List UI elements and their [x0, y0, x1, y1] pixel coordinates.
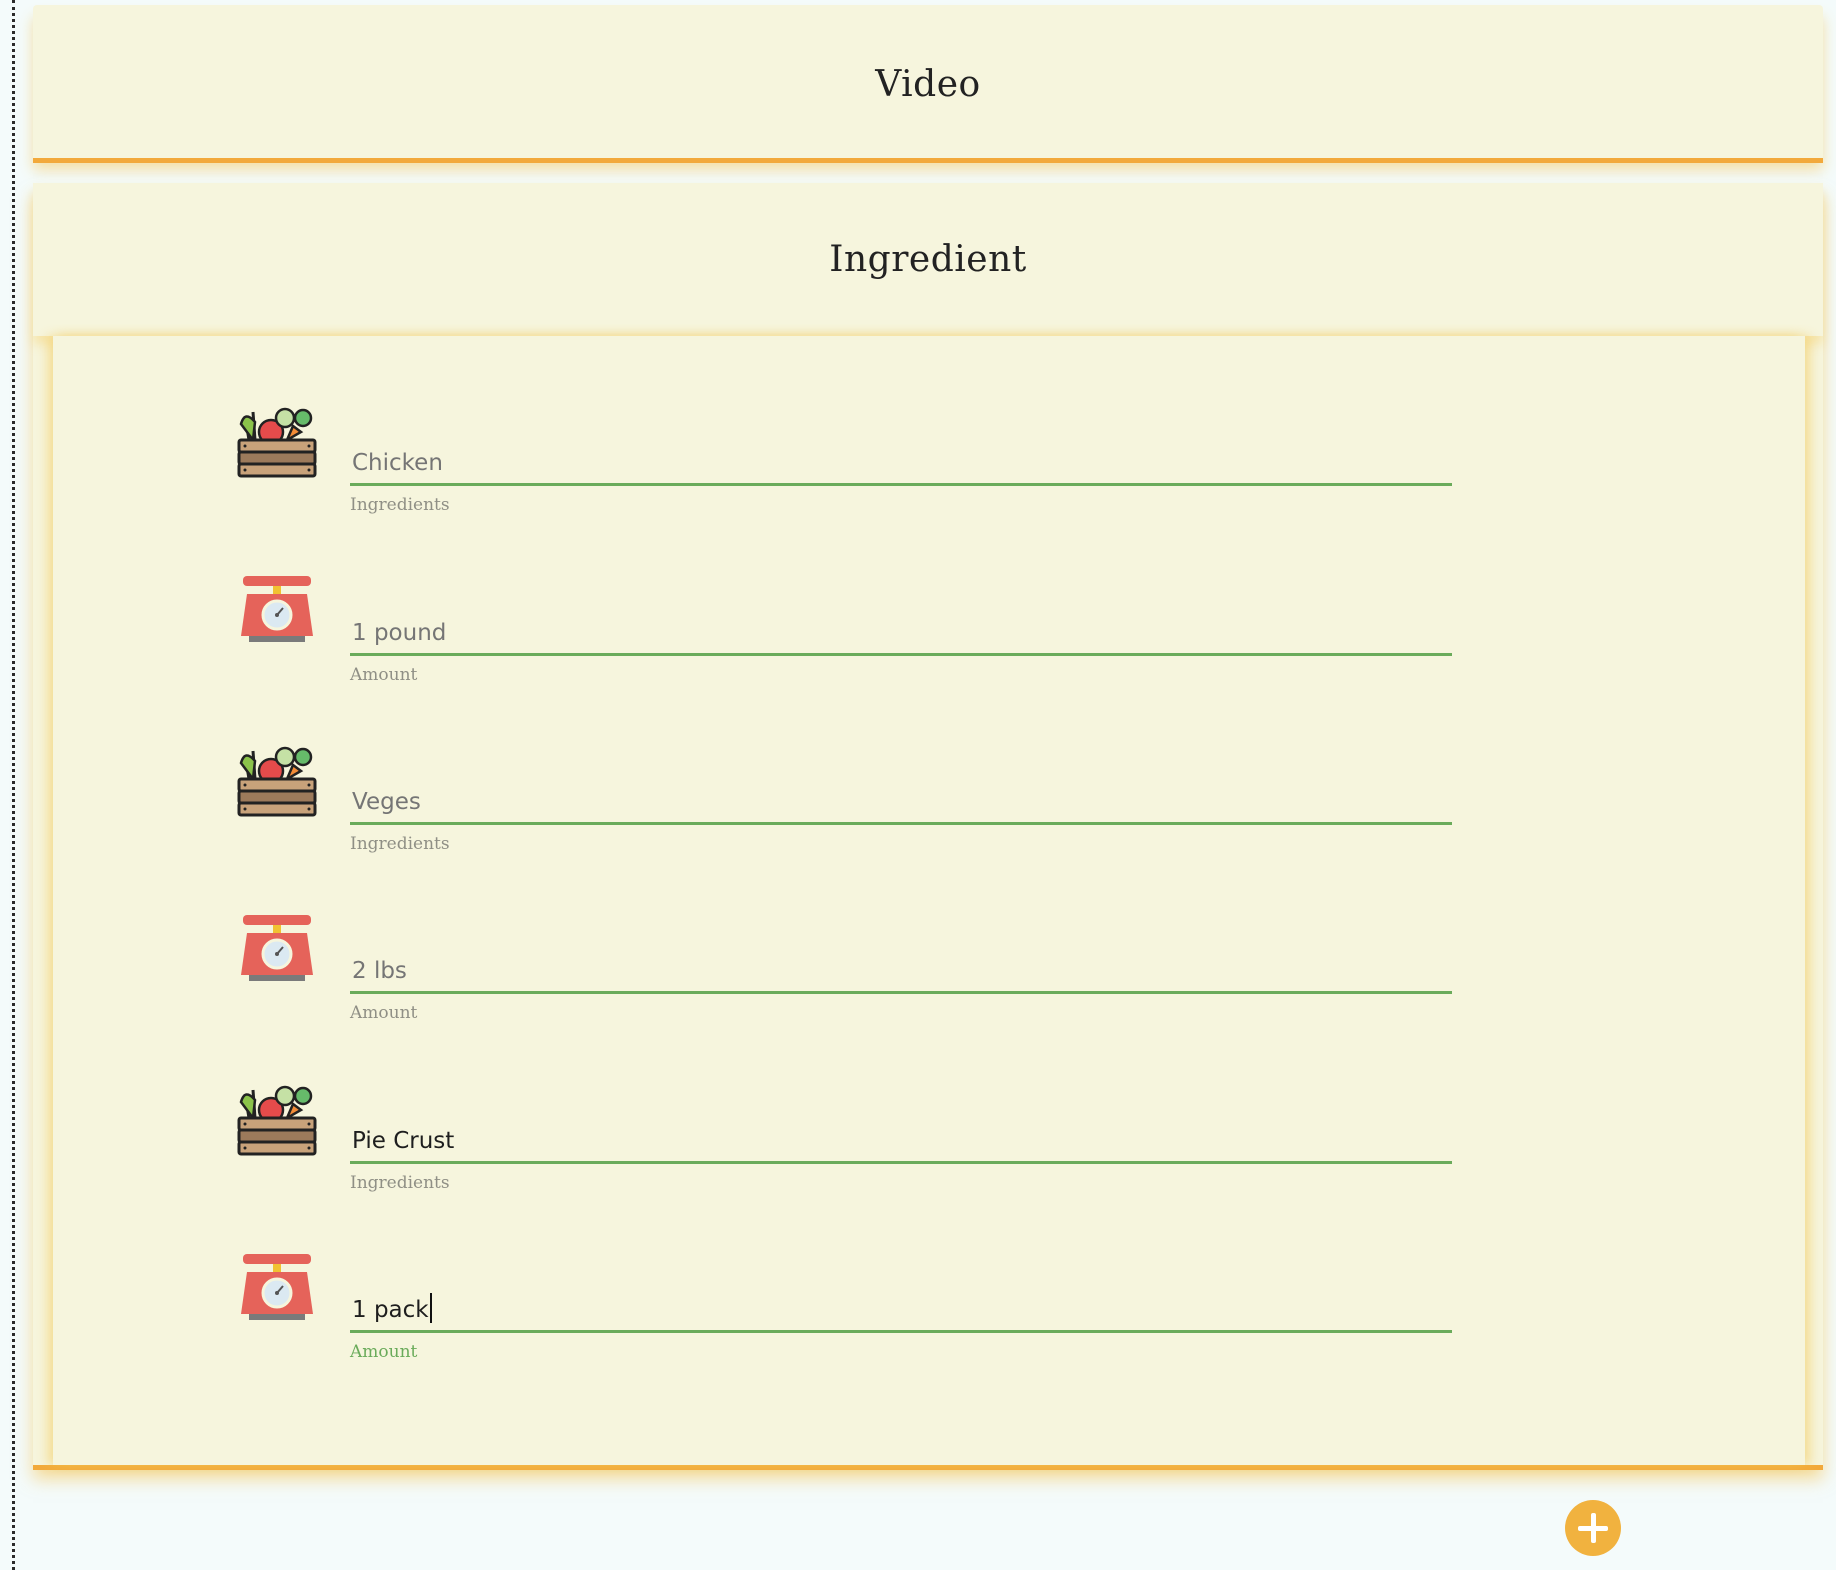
plus-icon — [1578, 1513, 1608, 1543]
ingredient-input[interactable] — [350, 782, 1452, 825]
dotted-rail — [12, 0, 15, 1570]
kitchen-scale-icon — [235, 909, 319, 993]
amount-input-text: 1 pack — [352, 1297, 429, 1323]
amount-input-focused[interactable]: 1 pack — [350, 1290, 1452, 1333]
text-caret — [429, 1293, 432, 1323]
ingredient-form: Ingredients Amount — [53, 336, 1805, 1465]
ingredient-title: Ingredient — [33, 183, 1823, 336]
vegetable-crate-icon — [235, 402, 319, 486]
amount-input[interactable] — [350, 613, 1452, 656]
amount-label: Amount — [350, 1342, 418, 1362]
add-ingredient-button[interactable] — [1565, 1500, 1621, 1556]
amount-input[interactable] — [350, 951, 1452, 994]
amount-label: Amount — [350, 665, 418, 685]
kitchen-scale-icon — [235, 1248, 319, 1332]
ingredients-label: Ingredients — [350, 495, 450, 515]
ingredient-input[interactable] — [350, 1121, 1452, 1164]
video-panel: Video — [33, 5, 1823, 158]
vegetable-crate-icon — [235, 741, 319, 825]
ingredient-input[interactable] — [350, 443, 1452, 486]
ingredients-label: Ingredients — [350, 834, 450, 854]
vegetable-crate-icon — [235, 1080, 319, 1164]
video-title: Video — [875, 64, 981, 105]
page: Video Ingredient Chicken Ingredients 1 p… — [0, 0, 1836, 1570]
kitchen-scale-icon — [235, 570, 319, 654]
ingredients-label: Ingredients — [350, 1173, 450, 1193]
amount-label: Amount — [350, 1003, 418, 1023]
ingredient-panel: Ingredient Chicken Ingredients 1 pound A… — [33, 183, 1823, 1465]
